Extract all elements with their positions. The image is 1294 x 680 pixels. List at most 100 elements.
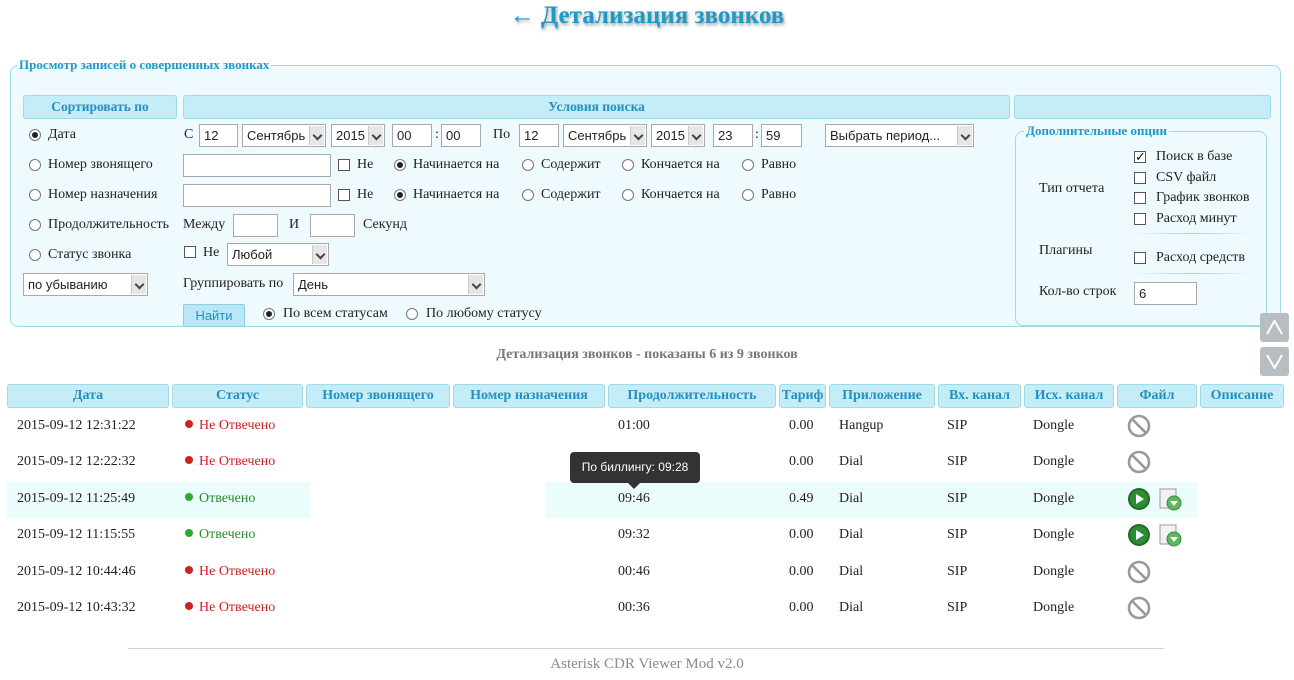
date-to-minute[interactable]: 59	[761, 124, 802, 147]
status-dot-icon	[185, 566, 193, 574]
date-from-month-select[interactable]: Сентябрь	[242, 124, 326, 147]
cell-out-channel: Dongle	[1033, 418, 1075, 433]
date-to-hour[interactable]: 23	[713, 124, 753, 147]
column-header-status[interactable]: Статус	[172, 384, 303, 408]
radio-icon[interactable]	[29, 249, 41, 261]
sort-order-value: по убыванию	[28, 277, 108, 292]
column-header-file[interactable]: Файл	[1117, 384, 1197, 408]
cell-status: Не Отвечено	[185, 600, 275, 616]
radio-icon[interactable]	[29, 189, 41, 201]
destination-match-contains-radio[interactable]	[522, 189, 534, 201]
caller-match-starts-radio[interactable]	[394, 159, 406, 171]
date-to-day[interactable]: 12	[519, 124, 559, 147]
cell-in-channel: SIP	[947, 600, 968, 615]
cell-duration[interactable]: 09:46	[618, 491, 650, 507]
cell-tariff: 0.00	[789, 564, 814, 579]
report-csv-label: CSV файл	[1156, 170, 1217, 185]
report-minutes-checkbox[interactable]	[1134, 213, 1146, 225]
cell-application: Dial	[839, 564, 864, 579]
radio-icon[interactable]	[29, 219, 41, 231]
cell-in-channel: SIP	[947, 564, 968, 579]
caller-match-equals-label: Равно	[761, 157, 797, 172]
sort-label-duration: Продолжительность	[48, 217, 170, 232]
download-icon[interactable]	[1157, 522, 1183, 548]
destination-match-equals-radio[interactable]	[742, 189, 754, 201]
report-csv-checkbox[interactable]	[1134, 172, 1146, 184]
date-to-month-select[interactable]: Сентябрь	[563, 124, 647, 147]
sort-label-destination: Номер назначения	[48, 187, 158, 202]
back-link[interactable]: ← Детализация звонков	[510, 2, 784, 29]
destination-number-input[interactable]	[183, 184, 331, 207]
scope-any-status-radio[interactable]	[406, 308, 418, 320]
caller-match-contains-label: Содержит	[541, 157, 601, 172]
column-header-date[interactable]: Дата	[7, 384, 169, 408]
download-icon[interactable]	[1157, 486, 1183, 512]
scope-any-status-label: По любому статусу	[426, 306, 542, 321]
radio-icon[interactable]	[29, 129, 41, 141]
destination-not-label: Не	[357, 187, 374, 202]
caller-number-input[interactable]	[183, 154, 331, 177]
table-row: 2015-09-12 11:25:49 Отвечено 09:46 0.49 …	[7, 482, 1197, 518]
status-text: Отвечено	[199, 527, 256, 542]
column-header-duration[interactable]: Продолжительность	[608, 384, 776, 408]
report-graph-checkbox[interactable]	[1134, 192, 1146, 204]
caller-match-equals-radio[interactable]	[742, 159, 754, 171]
destination-match-ends-radio[interactable]	[622, 189, 634, 201]
column-header-destination[interactable]: Номер назначения	[453, 384, 605, 408]
find-button[interactable]: Найти	[183, 304, 245, 327]
date-from-minute[interactable]: 00	[441, 124, 481, 147]
chevron-down-icon	[131, 275, 146, 294]
scroll-up-button[interactable]	[1260, 313, 1289, 342]
caller-not-checkbox[interactable]	[338, 159, 350, 171]
time-separator: :	[755, 127, 759, 142]
caller-match-contains-radio[interactable]	[522, 159, 534, 171]
page-title-text: Детализация звонков	[541, 2, 785, 29]
play-icon[interactable]	[1126, 486, 1152, 512]
date-from-year-select[interactable]: 2015	[331, 124, 385, 147]
chevron-down-icon	[309, 126, 324, 145]
cell-in-channel: SIP	[947, 527, 968, 542]
group-by-select[interactable]: День	[293, 273, 485, 296]
cell-date: 2015-09-12 11:15:55	[17, 527, 136, 542]
status-dot-icon	[185, 420, 193, 428]
date-from-day[interactable]: 12	[199, 124, 238, 147]
date-from-year-value: 2015	[336, 128, 365, 143]
duration-to-input[interactable]	[310, 214, 355, 237]
cell-tariff: 0.00	[789, 600, 814, 615]
column-header-caller[interactable]: Номер звонящего	[306, 384, 450, 408]
caller-match-ends-radio[interactable]	[622, 159, 634, 171]
report-db-search-label: Поиск в базе	[1156, 149, 1233, 164]
report-db-search-checkbox[interactable]: ✓	[1134, 150, 1146, 163]
date-from-month-value: Сентябрь	[247, 128, 306, 143]
radio-icon[interactable]	[29, 159, 41, 171]
status-not-checkbox[interactable]	[184, 246, 196, 258]
report-minutes-label: Расход минут	[1156, 211, 1237, 226]
column-header-application[interactable]: Приложение	[829, 384, 935, 408]
cell-application: Dial	[839, 600, 864, 615]
column-header-tariff[interactable]: Тариф	[779, 384, 826, 408]
date-to-year-select[interactable]: 2015	[651, 124, 705, 147]
period-select[interactable]: Выбрать период...	[825, 124, 974, 147]
date-from-hour[interactable]: 00	[392, 124, 432, 147]
destination-match-starts-radio[interactable]	[394, 189, 406, 201]
destination-not-checkbox[interactable]	[338, 189, 350, 201]
scope-all-statuses-radio[interactable]	[263, 308, 275, 320]
plugin-expenses-checkbox[interactable]	[1134, 252, 1146, 264]
duration-from-input[interactable]	[233, 214, 278, 237]
search-panel-legend: Просмотр записей о совершенных звонках	[19, 57, 270, 72]
chevron-down-icon	[368, 126, 383, 145]
sort-order-select[interactable]: по убыванию	[23, 273, 148, 296]
cell-status: Не Отвечено	[185, 564, 275, 580]
status-select[interactable]: Любой	[227, 243, 329, 266]
duration-seconds-label: Секунд	[363, 217, 407, 232]
rows-count-input[interactable]: 6	[1134, 282, 1197, 305]
status-text: Не Отвечено	[199, 600, 276, 615]
options-separator	[1134, 233, 1252, 234]
cell-out-channel: Dongle	[1033, 527, 1075, 542]
play-icon[interactable]	[1126, 522, 1152, 548]
column-header-in-channel[interactable]: Вх. канал	[938, 384, 1021, 408]
column-header-description[interactable]: Описание	[1200, 384, 1284, 408]
cell-status: Отвечено	[185, 527, 255, 543]
billing-tooltip: По биллингу: 09:28	[570, 452, 700, 489]
column-header-out-channel[interactable]: Исх. канал	[1024, 384, 1114, 408]
